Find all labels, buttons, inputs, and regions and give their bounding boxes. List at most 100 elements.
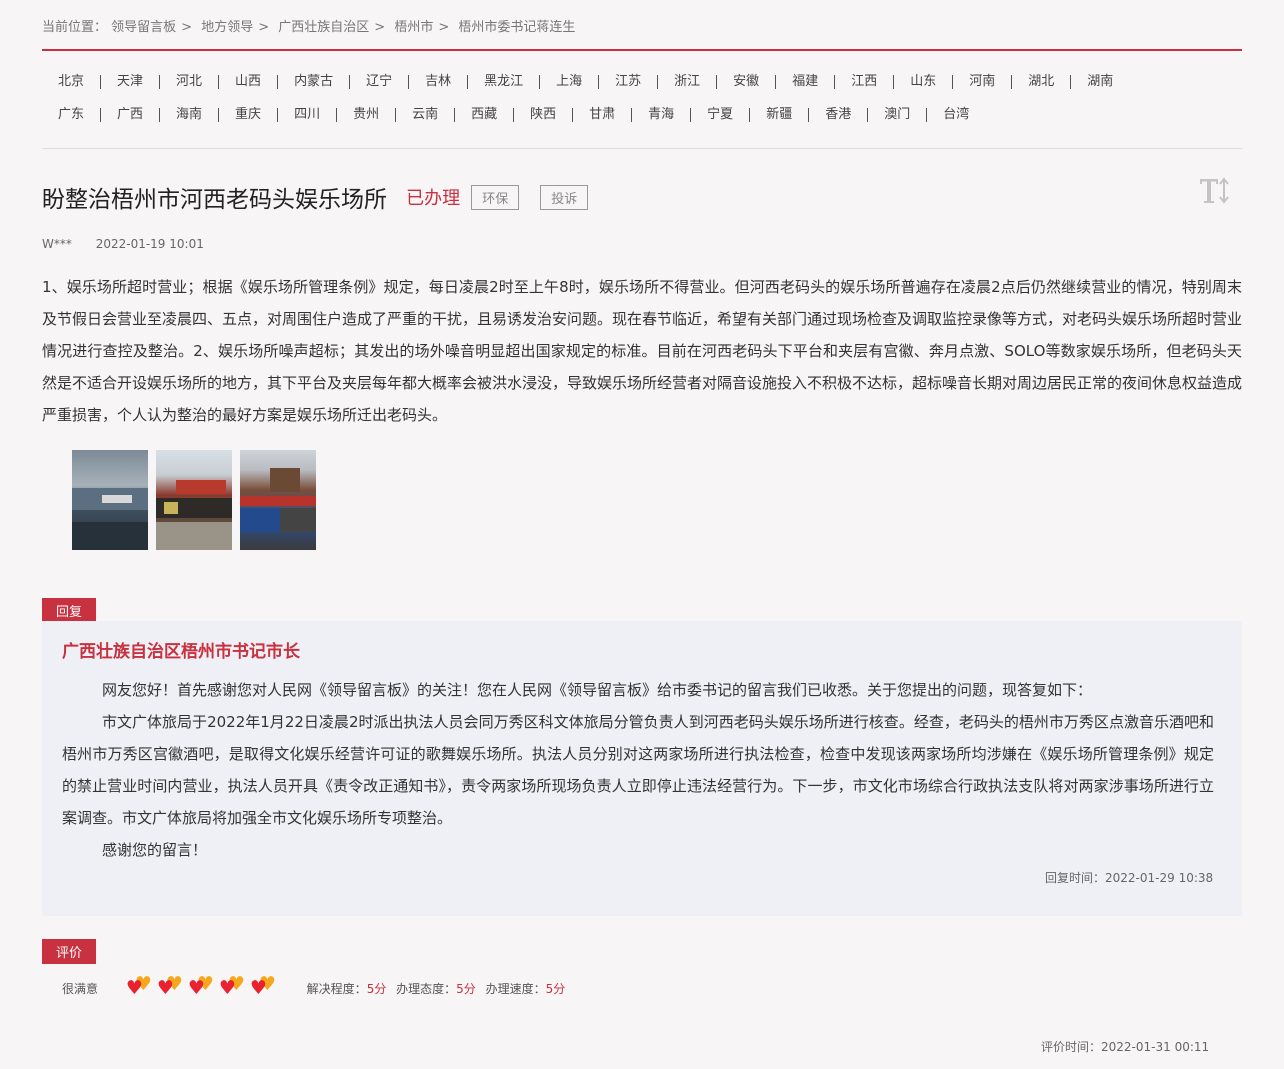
- score-speed: 办理速度：5分: [486, 980, 566, 997]
- region-link[interactable]: 重庆: [219, 108, 279, 122]
- region-link[interactable]: 湖南: [1071, 75, 1129, 89]
- region-link[interactable]: 山东: [894, 75, 954, 89]
- font-size-icon[interactable]: [1198, 176, 1230, 206]
- score-label: 办理速度：: [485, 982, 546, 996]
- region-link[interactable]: 河南: [953, 75, 1013, 89]
- region-link[interactable]: 黑龙江: [468, 75, 541, 89]
- score-label: 办理态度：: [396, 982, 457, 996]
- breadcrumb-prefix: 当前位置：: [42, 20, 108, 35]
- evaluation-row: 很满意 ♥ ♥ ♥ ♥ ♥ ♥ ♥ ♥ ♥ ♥ 解决程度：5分 办理态度：5分 办理速度：5分: [62, 975, 571, 1002]
- reply-paragraph: 感谢您的留言！: [102, 841, 208, 859]
- score-label: 解决程度：: [306, 982, 367, 996]
- heart-icon: ♥ ♥: [126, 975, 157, 999]
- evaluation-time: 评价时间：2022-01-31 00:11: [1041, 1038, 1209, 1055]
- rating-hearts: ♥ ♥ ♥ ♥ ♥ ♥ ♥ ♥ ♥ ♥: [126, 975, 281, 1002]
- breadcrumb-separator: >: [258, 20, 270, 35]
- reply-body: 网友您好！首先感谢您对人民网《领导留言板》的关注！您在人民网《领导留言板》给市委…: [62, 674, 1214, 866]
- region-link[interactable]: 安徽: [717, 75, 777, 89]
- reply-badge: 回复: [42, 598, 97, 623]
- breadcrumb-item-leader[interactable]: 梧州市委书记蒋连生: [458, 20, 575, 35]
- photo-thumbnail[interactable]: [72, 450, 148, 550]
- post-time: 2022-01-19 10:01: [95, 237, 204, 251]
- font-size-icon-svg: [1200, 177, 1229, 204]
- region-link[interactable]: 江苏: [599, 75, 659, 89]
- evaluation-time-value: 2022-01-31 00:11: [1101, 1040, 1210, 1054]
- region-link[interactable]: 内蒙古: [278, 75, 351, 89]
- message-meta: W*** 2022-01-19 10:01: [42, 237, 204, 251]
- region-divider: [42, 148, 1242, 149]
- reply-time: 回复时间：2022-01-29 10:38: [1045, 869, 1213, 886]
- heart-icon: ♥ ♥: [188, 975, 219, 999]
- region-link[interactable]: 河北: [160, 75, 220, 89]
- score-resolution: 解决程度：5分: [307, 980, 387, 997]
- region-link[interactable]: 江西: [835, 75, 895, 89]
- breadcrumb-item-leader-board[interactable]: 领导留言板: [111, 20, 176, 35]
- reply-time-value: 2022-01-29 10:38: [1105, 871, 1214, 885]
- region-link[interactable]: 陕西: [514, 108, 574, 122]
- region-link[interactable]: 宁夏: [691, 108, 751, 122]
- region-link[interactable]: 贵州: [337, 108, 397, 122]
- rating-label: 很满意: [62, 982, 99, 996]
- breadcrumb-item-local-leaders[interactable]: 地方领导: [201, 20, 253, 35]
- reply-time-label: 回复时间：: [1045, 871, 1106, 885]
- tag-complaint[interactable]: 投诉: [540, 184, 589, 210]
- reply-paragraph: 网友您好！首先感谢您对人民网《领导留言板》的关注！您在人民网《领导留言板》给市委…: [102, 681, 1093, 699]
- region-link[interactable]: 上海: [540, 75, 600, 89]
- region-link[interactable]: 天津: [101, 75, 161, 89]
- heart-icon-red: ♥: [218, 977, 236, 999]
- region-nav: 北京 天津 河北 山西 内蒙古 辽宁 吉林 黑龙江 上海 江苏 浙江 安徽 福建 江西 山东 河南 湖北 湖南 广…: [42, 74, 1242, 140]
- region-link[interactable]: 甘肃: [573, 108, 633, 122]
- region-link[interactable]: 西藏: [455, 108, 515, 122]
- region-link[interactable]: 海南: [160, 108, 220, 122]
- region-link[interactable]: 浙江: [658, 75, 718, 89]
- region-link[interactable]: 辽宁: [350, 75, 410, 89]
- region-link[interactable]: 吉林: [409, 75, 469, 89]
- photo-gallery: [72, 450, 319, 550]
- score-value: 5分: [545, 982, 566, 996]
- region-link[interactable]: 香港: [809, 108, 869, 122]
- photo-thumbnail[interactable]: [240, 450, 317, 550]
- evaluation-time-label: 评价时间：: [1041, 1040, 1102, 1054]
- region-link[interactable]: 澳门: [868, 108, 928, 122]
- message-title: 盼整治梧州市河西老码头娱乐场所: [42, 187, 387, 213]
- author: W***: [42, 237, 72, 251]
- heart-icon-red: ♥: [125, 977, 143, 999]
- breadcrumb-item-province[interactable]: 广西壮族自治区: [278, 20, 369, 35]
- heart-icon-red: ♥: [156, 977, 174, 999]
- message-header: 盼整治梧州市河西老码头娱乐场所 已办理 环保 投诉: [42, 180, 589, 214]
- score-value: 5分: [456, 982, 476, 996]
- breadcrumb: 当前位置： 领导留言板 > 地方领导 > 广西壮族自治区 > 梧州市 > 梧州市委书记蒋…: [42, 16, 575, 35]
- region-link[interactable]: 福建: [776, 75, 836, 89]
- region-link[interactable]: 云南: [396, 108, 456, 122]
- region-link[interactable]: 北京: [42, 75, 102, 89]
- evaluation-badge: 评价: [42, 939, 97, 964]
- breadcrumb-separator: >: [181, 20, 193, 35]
- score-value: 5分: [366, 982, 387, 996]
- header-divider: [42, 49, 1242, 51]
- region-link[interactable]: 湖北: [1012, 75, 1072, 89]
- region-row: 广东 广西 海南 重庆 四川 贵州 云南 西藏 陕西 甘肃 青海 宁夏 新疆 香港 澳门 台湾: [42, 107, 1242, 140]
- heart-icon: ♥ ♥: [157, 975, 188, 999]
- reply-organization: 广西壮族自治区梧州市书记市长: [62, 642, 300, 662]
- tag-environment[interactable]: 环保: [471, 184, 520, 210]
- score-attitude: 办理态度：5分: [396, 980, 476, 997]
- region-link[interactable]: 四川: [278, 108, 338, 122]
- message-body: 1、娱乐场所超时营业；根据《娱乐场所管理条例》规定，每日凌晨2时至上午8时，娱乐…: [42, 278, 1243, 424]
- breadcrumb-separator: >: [438, 20, 450, 35]
- heart-icon: ♥ ♥: [250, 975, 281, 999]
- heart-icon: ♥ ♥: [219, 975, 250, 999]
- reply-paragraph: 市文广体旅局于2022年1月22日凌晨2时派出执法人员会同万秀区科文体旅局分管负…: [62, 713, 1214, 827]
- heart-icon-red: ♥: [249, 977, 267, 999]
- breadcrumb-item-city[interactable]: 梧州市: [394, 20, 433, 35]
- region-link[interactable]: 广西: [101, 108, 161, 122]
- region-row: 北京 天津 河北 山西 内蒙古 辽宁 吉林 黑龙江 上海 江苏 浙江 安徽 福建 江西 山东 河南 湖北 湖南: [42, 74, 1242, 107]
- heart-icon-red: ♥: [187, 977, 205, 999]
- region-link[interactable]: 台湾: [927, 108, 985, 122]
- region-link[interactable]: 广东: [42, 108, 102, 122]
- region-link[interactable]: 青海: [632, 108, 692, 122]
- photo-thumbnail[interactable]: [156, 450, 233, 550]
- region-link[interactable]: 新疆: [750, 108, 810, 122]
- region-link[interactable]: 山西: [219, 75, 279, 89]
- status-badge: 已办理: [406, 188, 461, 209]
- breadcrumb-separator: >: [374, 20, 386, 35]
